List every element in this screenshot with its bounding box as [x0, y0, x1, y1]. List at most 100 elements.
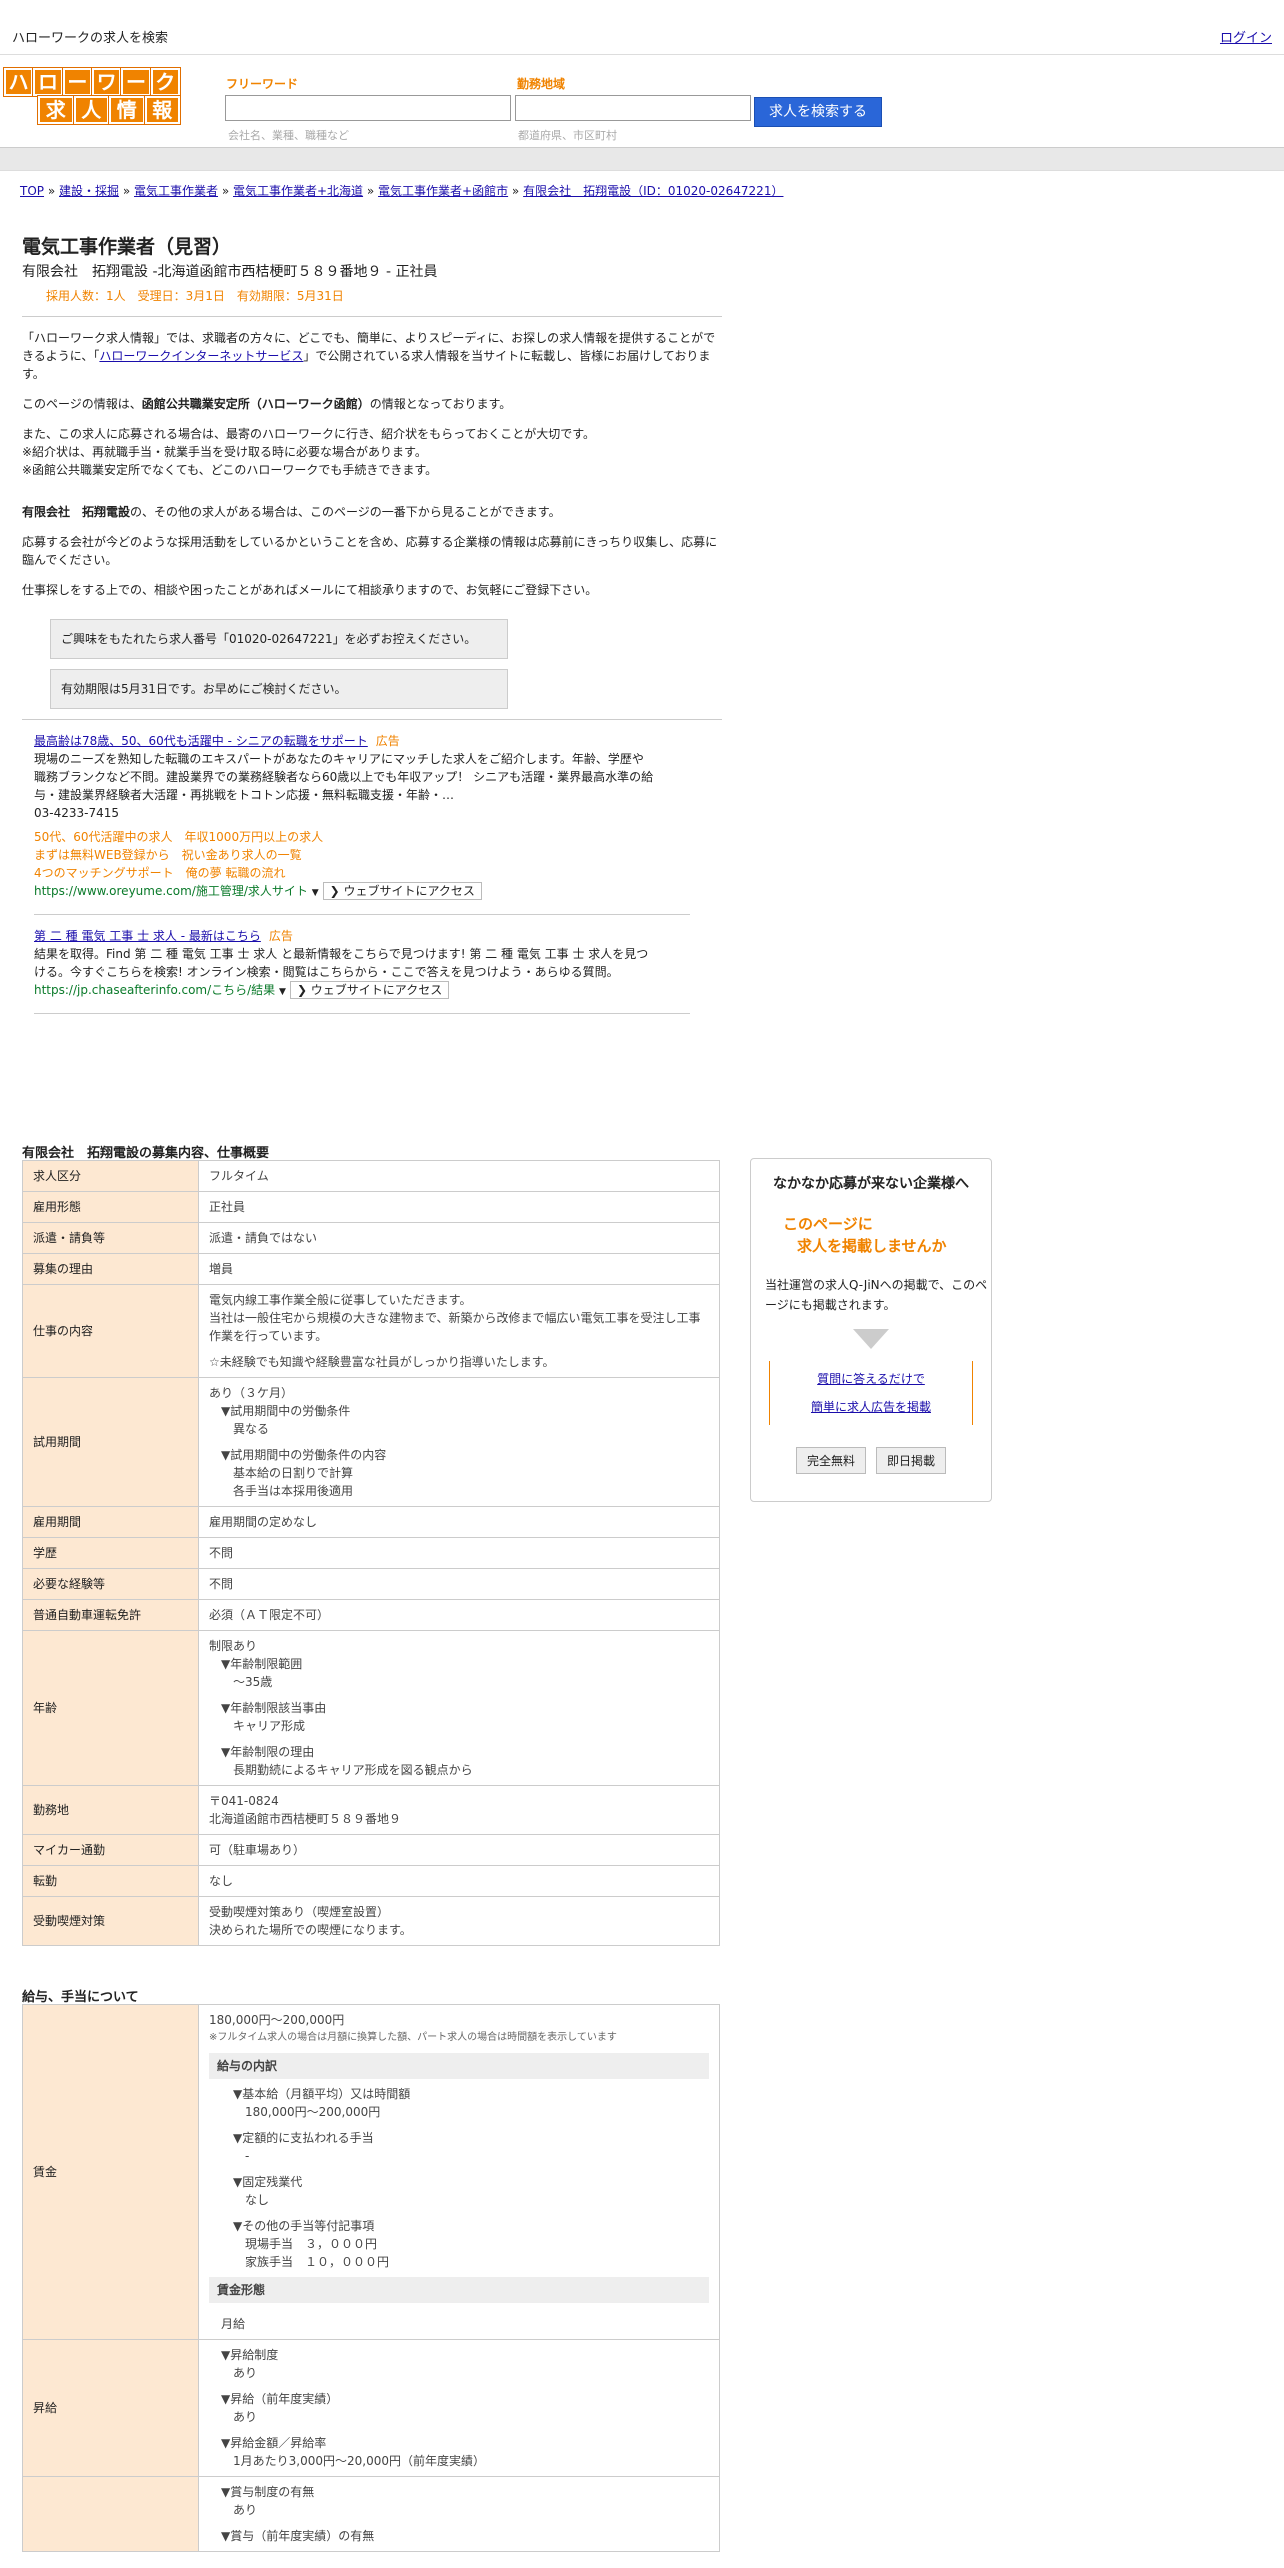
area-input[interactable]: [515, 95, 751, 121]
keyword-input[interactable]: [225, 95, 511, 121]
row-label: 雇用形態: [22, 1191, 199, 1223]
job-subtitle: 有限会社 拓翔電設 -北海道函館市西桔梗町５８９番地９ - 正社員: [22, 264, 438, 280]
ad-sitelink[interactable]: 50代、60代活躍中の求人 年収1000万円以上の求人: [34, 828, 654, 846]
value-line: ☆未経験でも知識や経験豊富な社員がしっかり指導いたします。: [209, 1355, 555, 1369]
free-button[interactable]: 完全無料: [795, 1447, 866, 1474]
employer-promo-box: なかなか応募が来ない企業様へ このページに 求人を掲載しませんか 当社運営の求人Q…: [750, 1158, 992, 1502]
value-line: あり: [233, 2410, 258, 2424]
value-line: ▼賞与（前年度実績）の有無: [221, 2529, 375, 2543]
ad-sitelink[interactable]: 4つのマッチングサポート 俺の夢 転職の流れ: [34, 864, 654, 882]
intro-text: また、この求人に応募される場合は、最寄のハローワークに行き、紹介状をもらっておく…: [22, 427, 596, 441]
row-label: 派遣・請負等: [22, 1222, 199, 1254]
ad-phone[interactable]: 03-4233-7415: [34, 804, 654, 822]
row-label: 年齢: [22, 1630, 199, 1786]
ad-sitelink[interactable]: まずは無料WEB登録から 祝い金あり求人の一覧: [34, 846, 654, 864]
logo-char: ク: [149, 67, 181, 97]
row-label: 賃金: [22, 2004, 199, 2340]
intro-text: の、その他の求人がある場合は、このページの一番下から見ることができます。: [130, 505, 561, 519]
area-hint: 都道府県、市区町村: [518, 129, 617, 142]
row-label: 雇用期間: [22, 1506, 199, 1538]
value-line: [209, 1735, 709, 1743]
wage-range: 180,000円〜200,000円: [209, 2013, 345, 2027]
main-content: 電気工事作業者（見習） 有限会社 拓翔電設 -北海道函館市西桔梗町５８９番地９ …: [22, 232, 722, 1026]
value-line: 1月あたり3,000円〜20,000円（前年度実績）: [233, 2454, 485, 2468]
row-value: 不問: [198, 1568, 720, 1600]
divider: [34, 914, 690, 915]
row-value: 雇用期間の定めなし: [198, 1506, 720, 1538]
promo-link-questions[interactable]: 質問に答えるだけで: [817, 1372, 925, 1386]
visit-website-button[interactable]: ❯ ウェブサイトにアクセス: [322, 882, 482, 900]
value-line: 電気内線工事作業全般に従事していただきます。: [209, 1293, 472, 1307]
value-line: ▼年齢制限の理由: [221, 1745, 315, 1759]
ad-title-link[interactable]: 第 二 種 電気 工事 士 求人 - 最新はこちら: [34, 929, 261, 943]
row-value: フルタイム: [198, 1160, 720, 1192]
breadcrumb-link[interactable]: 電気工事作業者+北海道: [233, 184, 363, 198]
value-line: 増員: [209, 1262, 234, 1276]
divider: [34, 1013, 690, 1014]
ad-url[interactable]: https://www.oreyume.com/施工管理/求人サイト: [34, 884, 308, 898]
table-row: 必要な経験等 不問: [22, 1568, 720, 1600]
row-value: 180,000円〜200,000円 ※フルタイム求人の場合は月額に換算した額、パ…: [198, 2004, 720, 2340]
intro-text: このページの情報は、: [22, 397, 142, 411]
value-line: なし: [209, 1874, 234, 1888]
value-line: 180,000円〜200,000円: [245, 2105, 381, 2119]
logo-char: ー: [61, 67, 93, 97]
table-row: 求人区分 フルタイム: [22, 1160, 720, 1192]
breadcrumb-link[interactable]: TOP: [20, 184, 44, 198]
value-line: 派遣・請負ではない: [209, 1231, 318, 1245]
row-value: 〒041-0824 北海道函館市西桔梗町５８９番地９: [198, 1785, 720, 1835]
logo-char: 情: [108, 95, 146, 125]
breadcrumb-link[interactable]: 有限会社 拓翔電設（ID：01020-02647221）: [523, 184, 783, 198]
value-line: 不問: [209, 1546, 234, 1560]
ad-url[interactable]: https://jp.chaseafterinfo.com/こちら/結果: [34, 983, 275, 997]
breadcrumb-link[interactable]: 電気工事作業者+函館市: [378, 184, 508, 198]
company-name: 有限会社 拓翔電設: [22, 505, 131, 519]
value-line: [209, 2426, 709, 2434]
value-line: [209, 2519, 709, 2527]
value-line: 異なる: [233, 1422, 270, 1436]
table-row: 転勤 なし: [22, 1865, 720, 1897]
breadcrumb-separator: »: [44, 184, 59, 198]
row-value: 必須（ＡＴ限定不可）: [198, 1599, 720, 1631]
value-line: ▼昇給金額／昇給率: [221, 2436, 327, 2450]
breadcrumb-separator: »: [363, 184, 379, 198]
table-row: マイカー通勤 可（駐車場あり）: [22, 1834, 720, 1866]
value-line: ▼賞与制度の有無: [221, 2485, 315, 2499]
job-meta: 採用人数：1人 受理日：3月1日 有効期限：5月31日: [46, 289, 344, 303]
value-line: フルタイム: [209, 1169, 269, 1183]
login-link[interactable]: ログイン: [1220, 27, 1272, 46]
row-label: 仕事の内容: [22, 1284, 199, 1378]
notice-job-number: ご興味をもたれたら求人番号「01020-02647221」を必ずお控えください。: [50, 619, 508, 659]
logo-char: ワ: [90, 67, 123, 97]
ad-tag: 広告: [375, 734, 400, 748]
visit-website-button[interactable]: ❯ ウェブサイトにアクセス: [289, 981, 450, 999]
promo-catch: このページに 求人を掲載しませんか: [783, 1213, 991, 1257]
pay-table: 賃金 180,000円〜200,000円 ※フルタイム求人の場合は月額に換算した…: [22, 2004, 720, 2552]
table-row: 昇給 ▼昇給制度 あり ▼昇給（前年度実績） あり ▼昇給金額／昇給率 1月あたり3,00…: [22, 2339, 720, 2477]
ad-description: 現場のニーズを熟知した転職のエキスパートがあなたのキャリアにマッチした求人をご紹…: [34, 752, 654, 802]
breadcrumb-link[interactable]: 建設・採掘: [59, 184, 119, 198]
value-line: ▼その他の手当等付記事項: [233, 2219, 375, 2233]
logo-char: 求: [37, 95, 75, 125]
divider: [22, 316, 722, 317]
table-row: 雇用形態 正社員: [22, 1191, 720, 1223]
hellowork-logo[interactable]: ハローワーク 求人情報: [2, 67, 181, 126]
value-line: 必須（ＡＴ限定不可）: [209, 1608, 330, 1622]
header: ハローワーク 求人情報 フリーワード 会社名、業種、職種など 勤務地域 都道府県…: [0, 55, 1284, 147]
breadcrumb-link[interactable]: 電気工事作業者: [134, 184, 218, 198]
same-day-button[interactable]: 即日掲載: [876, 1447, 947, 1474]
search-button[interactable]: 求人を検索する: [754, 97, 882, 127]
value-line: 現場手当 ３，０００円: [245, 2237, 378, 2251]
value-line: 可（駐車場あり）: [209, 1843, 306, 1857]
promo-link-post-ad[interactable]: 簡単に求人広告を掲載: [811, 1400, 931, 1414]
ad-title-link[interactable]: 最高齢は78歳、50、60代も活躍中 - シニアの転職をサポート: [34, 734, 368, 748]
breadcrumb-separator: »: [119, 184, 134, 198]
value-line: ▼年齢制限範囲: [221, 1657, 303, 1671]
top-bar: ハローワークの求人を検索 ログイン: [0, 0, 1284, 55]
hellowork-internet-link[interactable]: ハローワークインターネットサービス: [99, 349, 303, 363]
value-line: ▼固定残業代: [233, 2175, 303, 2189]
table-row: 受動喫煙対策 受動喫煙対策あり（喫煙室設置） 決められた場所での喫煙になります。: [22, 1896, 720, 1946]
table-row: 仕事の内容 電気内線工事作業全般に従事していただきます。 当社は一般住宅から規模の大…: [22, 1284, 720, 1378]
value-line: [221, 2165, 709, 2173]
table-row: 年齢 制限あり ▼年齢制限範囲 〜35歳 ▼年齢制限該当事由 キャリア形成 ▼年齢制限の理由…: [22, 1630, 720, 1786]
